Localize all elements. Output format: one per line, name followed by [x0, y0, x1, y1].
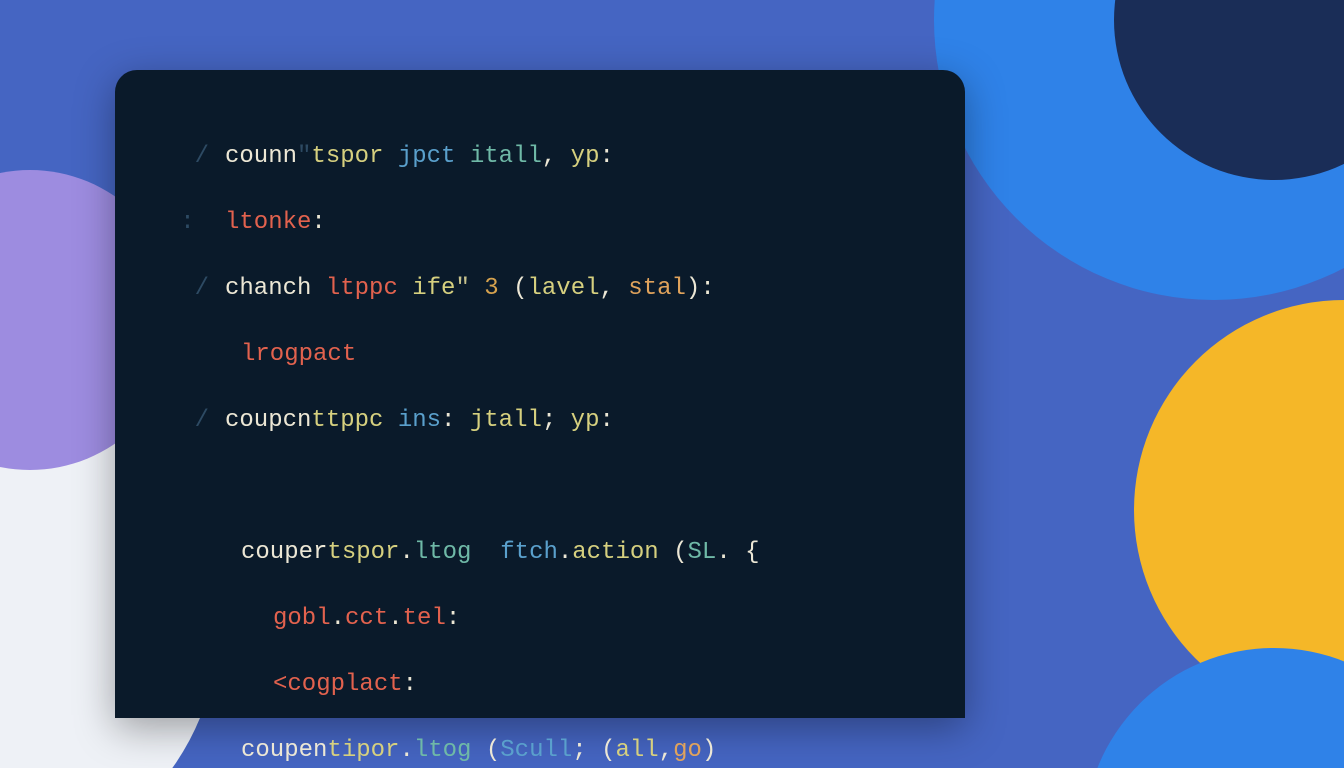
code-line-10: coupentipor.ltog (Scull; (all,go) — [115, 734, 965, 767]
code-line-1: /counn"tspor jpct itall, yp: — [115, 140, 965, 173]
code-line-9: <cogplact: — [115, 668, 965, 701]
code-line-6 — [115, 470, 965, 503]
code-line-4: lrogpact — [115, 338, 965, 371]
wallpaper: /counn"tspor jpct itall, yp: : ltonke: /… — [0, 0, 1344, 768]
code-editor-panel: /counn"tspor jpct itall, yp: : ltonke: /… — [115, 70, 965, 718]
code-line-8: gobl.cct.tel: — [115, 602, 965, 635]
code-block: /counn"tspor jpct itall, yp: : ltonke: /… — [115, 140, 965, 768]
code-line-7: coupertspor.ltog ftch.action (SL. { — [115, 536, 965, 569]
bg-blob-blue-bot — [1084, 648, 1344, 768]
code-line-3: /chanch ltppc ife" 3 (lavel, stal): — [115, 272, 965, 305]
code-line-2: : ltonke: — [115, 206, 965, 239]
code-line-5: /coupcnttppc ins: jtall; yp: — [115, 404, 965, 437]
